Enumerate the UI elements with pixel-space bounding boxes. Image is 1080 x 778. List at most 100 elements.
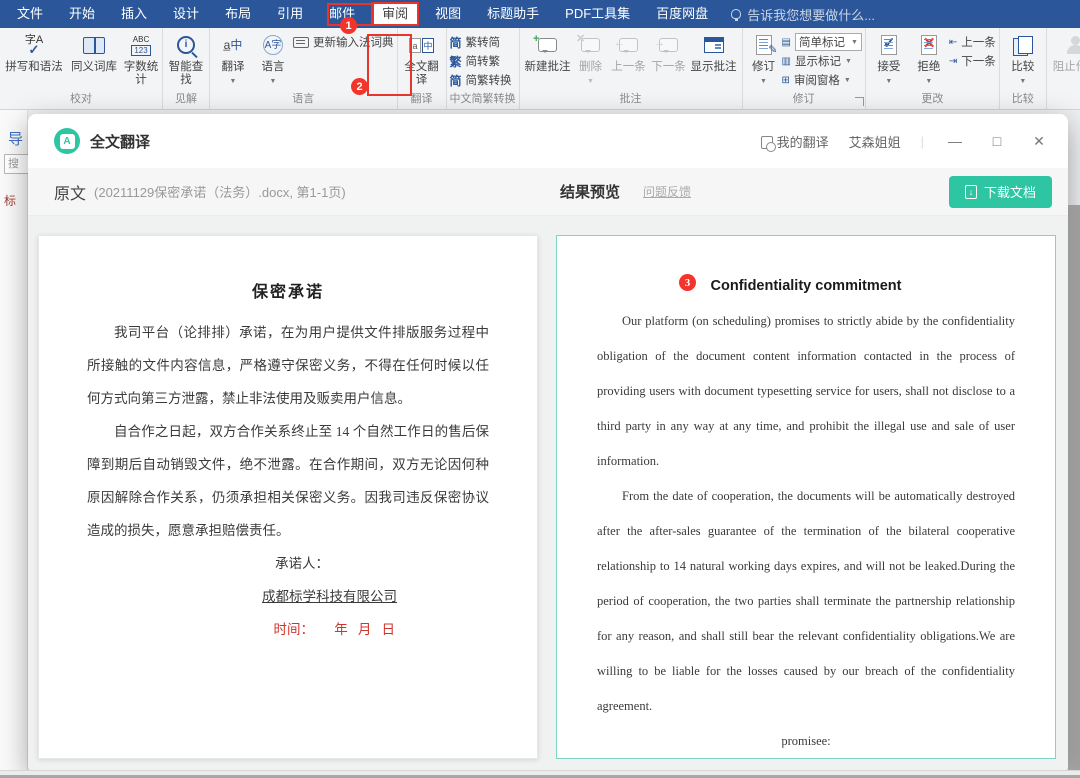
reject-button[interactable]: ✕ 拒绝 ▼ <box>909 30 949 88</box>
background-scrollbar[interactable] <box>1068 205 1080 770</box>
translate-button[interactable]: a̲中 翻译 ▼ <box>213 30 253 88</box>
menu-tab-home[interactable]: 开始 <box>56 0 108 28</box>
menu-tab-pdf-tools[interactable]: PDF工具集 <box>552 0 643 28</box>
compare-label: 比较 <box>1011 61 1034 74</box>
group-label-comments: 批注 <box>523 92 739 109</box>
full-translate-app-icon: A <box>54 128 80 154</box>
thesaurus-label: 同义词库 <box>71 61 117 74</box>
download-document-button[interactable]: ↓ 下载文档 <box>949 176 1052 208</box>
group-label-proofing: 校对 <box>3 92 159 109</box>
ribbon-group-compare: 比较 ▼ 比较 <box>1000 28 1047 109</box>
tell-me-box[interactable]: 告诉我您想要做什么... <box>721 5 875 24</box>
assistant-link[interactable]: 艾森姐姐 <box>849 132 901 151</box>
source-company-name: 成都标学科技有限公司 <box>87 580 489 613</box>
show-markup-icon: ▥ <box>782 56 791 67</box>
markup-mode-value: 简单标记 <box>799 34 845 50</box>
markup-mode-select[interactable]: ▤简单标记▼ <box>782 33 862 51</box>
minimize-button[interactable]: — <box>944 133 966 149</box>
show-markup-select[interactable]: ▥显示标记▼ <box>782 52 862 70</box>
simp-char-icon: 简 <box>450 34 462 51</box>
trad-to-simp-label: 繁转简 <box>466 34 501 50</box>
word-count-button[interactable]: ABC123 字数统计 <box>123 30 159 87</box>
smart-lookup-button[interactable]: i 智能查找 <box>166 30 206 87</box>
group-label-language: 语言 <box>213 92 394 109</box>
simp-to-trad-button[interactable]: 繁简转繁 <box>450 52 512 70</box>
ribbon-group-proofing: 字A✓ 拼写和语法 同义词库 ABC123 字数统计 校对 <box>0 28 163 109</box>
close-button[interactable]: ✕ <box>1028 133 1050 150</box>
result-paragraph-1: Our platform (on scheduling) promises to… <box>597 304 1015 479</box>
prev-change-button[interactable]: ⇤ 上一条 <box>949 33 996 51</box>
ribbon-group-language: a̲中 翻译 ▼ A字 语言 ▼ 更新输入法词典 语言 <box>210 28 398 109</box>
menu-tab-review[interactable]: 审阅 <box>371 2 419 26</box>
feedback-link[interactable]: 问题反馈 <box>643 183 691 200</box>
dialog-title-bar: A 全文翻译 我的翻译 艾森姐姐 | — □ ✕ <box>28 114 1068 168</box>
prev-comment-label: 上一条 <box>611 61 646 74</box>
chevron-down-icon: ▼ <box>845 58 852 65</box>
update-ime-dict-button[interactable]: 更新输入法词典 <box>293 33 394 51</box>
track-changes-label: 修订 <box>752 61 775 74</box>
trad-char-icon: 繁 <box>450 53 462 70</box>
delete-comment-button[interactable]: ✕ 删除 ▼ <box>573 30 609 88</box>
prev-change-label: 上一条 <box>961 34 996 50</box>
accept-label: 接受 <box>877 61 900 74</box>
prev-comment-button[interactable]: ← 上一条 <box>609 30 649 74</box>
menu-tab-layout[interactable]: 布局 <box>212 0 264 28</box>
menu-tab-design[interactable]: 设计 <box>160 0 212 28</box>
group-label-protect: 保护 <box>1050 92 1080 109</box>
download-document-label: 下载文档 <box>984 182 1036 201</box>
reviewing-pane-icon: ⊞ <box>782 75 790 86</box>
block-authors-button[interactable]: 阻止作者 <box>1050 30 1080 74</box>
menu-tab-title-helper[interactable]: 标题助手 <box>474 0 552 28</box>
accept-button[interactable]: ✓ 接受 ▼ <box>869 30 909 88</box>
chevron-down-icon: ▼ <box>844 77 851 84</box>
result-signature-label: promisee: <box>597 724 1015 758</box>
dialog-title: 全文翻译 <box>90 131 150 152</box>
maximize-button[interactable]: □ <box>986 133 1008 149</box>
group-label-insights: 见解 <box>166 92 206 109</box>
show-comments-button[interactable]: 显示批注 <box>689 30 739 74</box>
lightbulb-icon <box>731 9 741 19</box>
step-badge-2: 2 <box>351 78 368 95</box>
spellcheck-icon: 字A✓ <box>25 35 43 55</box>
spellcheck-button[interactable]: 字A✓ 拼写和语法 <box>3 30 65 74</box>
delete-comment-icon: ✕ <box>581 38 600 52</box>
menu-tab-references[interactable]: 引用 <box>264 0 316 28</box>
reviewing-pane-select[interactable]: ⊞ 审阅窗格 ▼ <box>782 71 862 89</box>
language-button[interactable]: A字 语言 ▼ <box>253 30 293 88</box>
show-comments-label: 显示批注 <box>691 61 737 74</box>
menu-tab-insert[interactable]: 插入 <box>108 0 160 28</box>
word-count-label: 字数统计 <box>123 61 159 87</box>
menu-tab-baidu-netdisk[interactable]: 百度网盘 <box>643 0 721 28</box>
compare-button[interactable]: 比较 ▼ <box>1003 30 1043 88</box>
source-signature-label: 承诺人： <box>87 547 489 580</box>
new-comment-button[interactable]: + 新建批注 <box>523 30 573 74</box>
nav-search-input[interactable]: 搜 <box>4 154 30 174</box>
chevron-down-icon: ▼ <box>270 75 277 88</box>
next-change-button[interactable]: ⇥下一条 <box>949 52 996 70</box>
divider: | <box>921 134 924 149</box>
trad-to-simp-button[interactable]: 简繁转简 <box>450 33 512 51</box>
prev-change-icon: ⇤ <box>949 37 957 48</box>
source-paragraph-1: 我司平台（论排排）承诺，在为用户提供文件排版服务过程中所接触的文件内容信息，严格… <box>87 316 489 415</box>
my-translations-link[interactable]: 我的翻译 <box>761 132 829 151</box>
group-label-compare: 比较 <box>1003 92 1043 109</box>
reviewing-pane-label: 审阅窗格 <box>794 72 840 88</box>
chevron-down-icon: ▼ <box>230 75 237 88</box>
full-translate-button[interactable]: a中 全文翻译 <box>401 30 443 87</box>
menu-tab-file[interactable]: 文件 <box>4 0 56 28</box>
markup-mode-icon: ▤ <box>782 37 791 48</box>
language-label: 语言 <box>262 61 285 74</box>
source-date-line: 时间： 年 月 日 <box>87 613 489 646</box>
tell-me-label: 告诉我您想要做什么... <box>747 5 875 24</box>
result-doc-title: Confidentiality commitment <box>597 278 1015 294</box>
accept-icon: ✓ <box>881 35 897 55</box>
thesaurus-button[interactable]: 同义词库 <box>65 30 123 74</box>
dialog-launcher-icon[interactable] <box>855 97 864 106</box>
menu-tab-view[interactable]: 视图 <box>422 0 474 28</box>
track-changes-button[interactable]: ✎ 修订 ▼ <box>746 30 782 88</box>
simp-trad-convert-button[interactable]: 简简繁转换 <box>450 71 512 89</box>
nav-heading-fragment: 标 <box>4 192 16 209</box>
simp-trad-convert-label: 简繁转换 <box>466 72 512 88</box>
prev-comment-icon: ← <box>619 38 638 52</box>
next-comment-button[interactable]: → 下一条 <box>649 30 689 74</box>
